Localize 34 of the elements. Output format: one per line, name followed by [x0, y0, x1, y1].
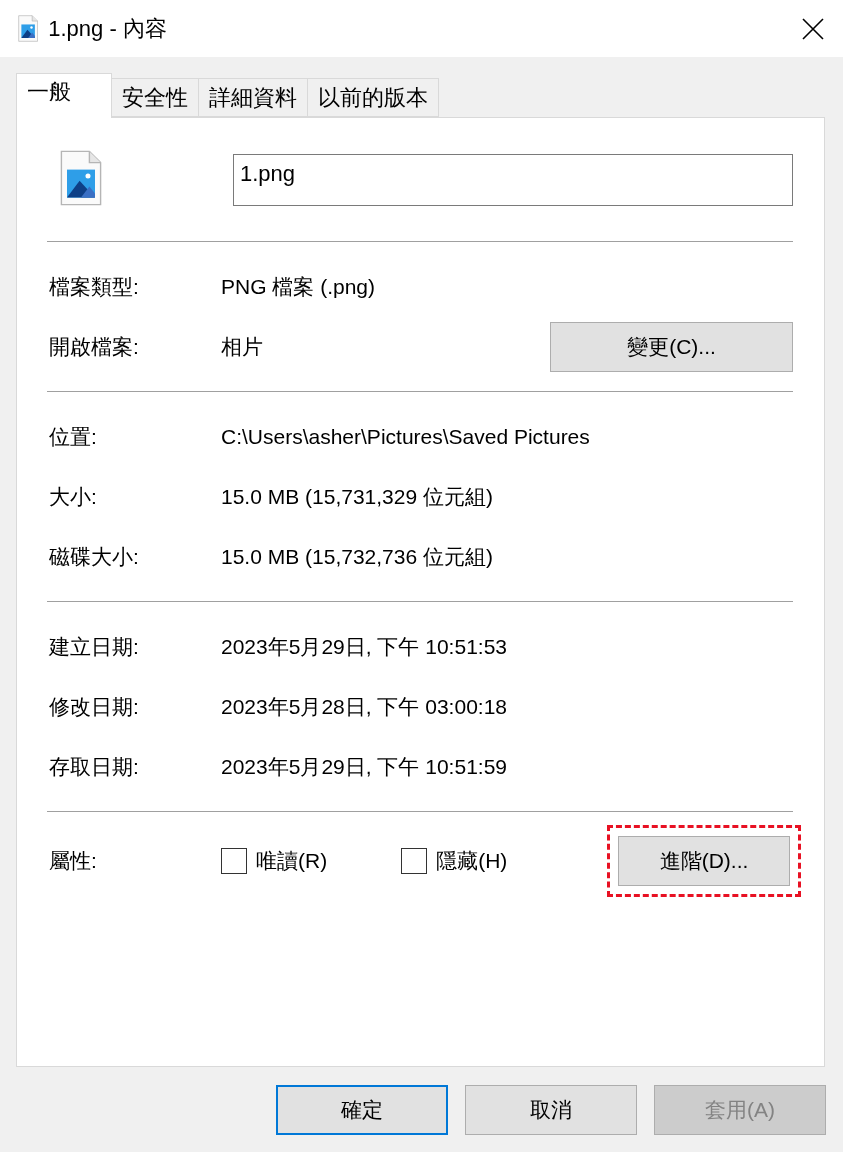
property-value: 2023年5月29日, 下午 10:51:53: [221, 634, 508, 660]
property-value: C:\Users\asher\Pictures\Saved Pictures: [221, 425, 591, 449]
property-label: 位置:: [48, 424, 98, 450]
close-icon: [802, 17, 824, 40]
property-value: 15.0 MB (15,731,329 位元組): [221, 484, 494, 510]
checkbox[interactable]: [221, 848, 247, 874]
image-file-icon: [18, 15, 39, 42]
property-label: 大小:: [48, 484, 98, 510]
property-label: 存取日期:: [48, 754, 140, 780]
checkbox[interactable]: [401, 848, 428, 874]
change-button[interactable]: 變更(C)...: [550, 322, 793, 372]
dialog-button[interactable]: 確定: [276, 1085, 448, 1135]
file-name-field[interactable]: 1.png: [233, 153, 793, 206]
property-value: 2023年5月28日, 下午 03:00:18: [221, 694, 508, 720]
property-label: 建立日期:: [48, 634, 140, 660]
tab[interactable]: 一般: [16, 73, 112, 118]
property-value: 相片: [221, 334, 264, 360]
image-file-icon: [60, 149, 102, 206]
checkbox-label: 隱藏(H): [436, 848, 508, 874]
tab[interactable]: 詳細資料: [198, 78, 308, 117]
property-value: 15.0 MB (15,732,736 位元組): [221, 544, 494, 570]
property-label: 開啟檔案:: [48, 334, 140, 360]
property-label: 屬性:: [48, 848, 98, 874]
window-title: 1.png - 內容: [48, 14, 168, 43]
property-value: PNG 檔案 (.png): [221, 274, 377, 300]
tab[interactable]: 以前的版本: [307, 78, 439, 117]
advanced-button[interactable]: 進階(D)...: [618, 836, 790, 886]
property-value: 2023年5月29日, 下午 10:51:59: [221, 754, 508, 780]
property-label: 磁碟大小:: [48, 544, 140, 570]
checkbox-label: 唯讀(R): [256, 848, 328, 874]
tab[interactable]: 安全性: [111, 78, 199, 117]
property-label: 檔案類型:: [48, 274, 140, 300]
property-label: 修改日期:: [48, 694, 140, 720]
dialog-button[interactable]: 取消: [465, 1085, 637, 1135]
